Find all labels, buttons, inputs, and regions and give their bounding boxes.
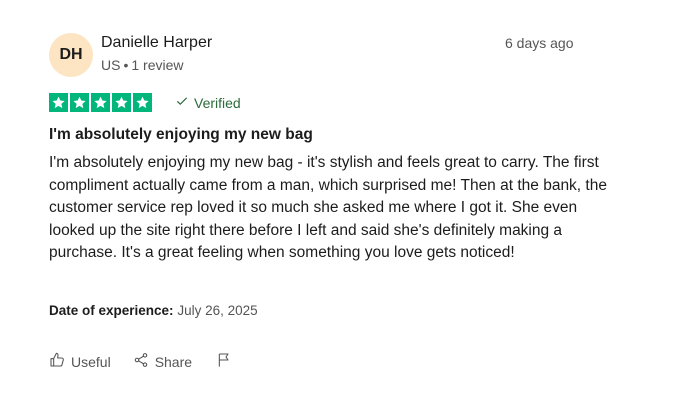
report-button[interactable] — [216, 352, 232, 371]
author-country: US — [101, 57, 121, 73]
review-card: DH Danielle Harper US • 1 review 6 days ag… — [0, 0, 699, 405]
thumbs-up-icon — [49, 352, 65, 371]
star-icon — [112, 93, 131, 112]
share-icon — [133, 352, 149, 371]
useful-label: Useful — [71, 353, 111, 370]
experience-label: Date of experience: — [49, 303, 174, 318]
review-actions: Useful Share — [49, 352, 232, 371]
star-rating — [49, 93, 152, 112]
flag-icon — [216, 352, 232, 371]
posted-date: 6 days ago — [505, 35, 574, 51]
author-name[interactable]: Danielle Harper — [101, 34, 212, 52]
author-meta: US • 1 review — [101, 57, 184, 73]
experience-date: July 26, 2025 — [177, 303, 258, 318]
star-icon — [49, 93, 68, 112]
avatar[interactable]: DH — [49, 33, 93, 77]
verified-badge[interactable]: Verified — [175, 94, 241, 111]
author-review-count: 1 review — [131, 57, 184, 73]
star-icon — [133, 93, 152, 112]
star-icon — [91, 93, 110, 112]
separator-dot: • — [123, 57, 129, 73]
share-button[interactable]: Share — [133, 352, 192, 371]
useful-button[interactable]: Useful — [49, 352, 111, 371]
review-body: I'm absolutely enjoying my new bag - it'… — [49, 154, 607, 261]
verified-label: Verified — [194, 94, 241, 111]
share-label: Share — [154, 353, 193, 370]
checkmark-icon — [175, 94, 189, 111]
review-title: I'm absolutely enjoying my new bag — [49, 126, 313, 143]
date-of-experience: Date of experience: July 26, 2025 — [49, 303, 258, 318]
star-icon — [70, 93, 89, 112]
